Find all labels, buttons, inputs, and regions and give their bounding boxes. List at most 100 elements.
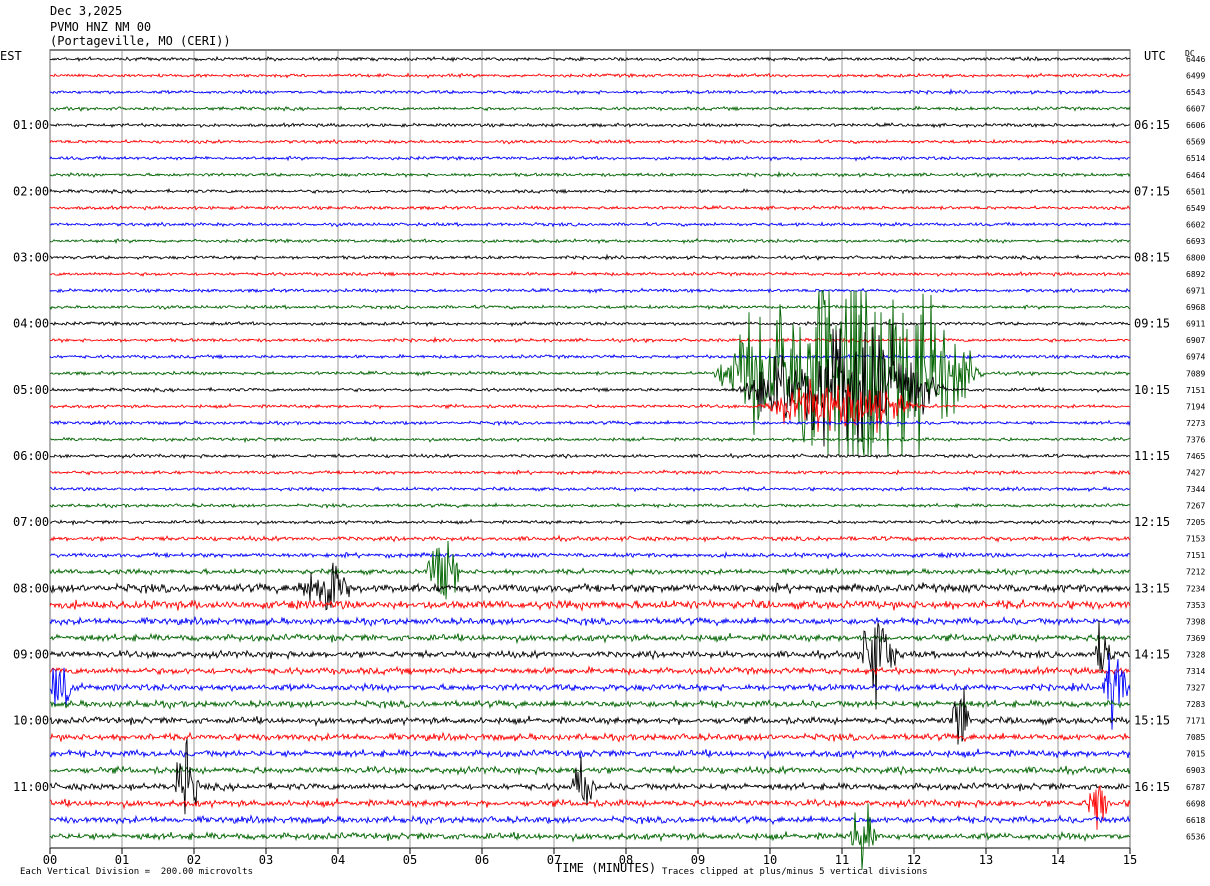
seismic-trace — [49, 204, 1131, 212]
dc-offset-label: 6911 — [1186, 320, 1205, 329]
dc-offset-label: 6787 — [1186, 783, 1205, 792]
x-tick-label: 01 — [115, 853, 129, 867]
clip-note: Traces clipped at plus/minus 5 vertical … — [662, 867, 928, 877]
left-hour-label: 04:00 — [13, 317, 49, 331]
seismic-trace — [49, 105, 1131, 112]
dc-offset-label: 6464 — [1186, 171, 1205, 180]
dc-offset-label: 7465 — [1186, 452, 1205, 461]
seismic-trace — [49, 303, 1131, 311]
dc-offset-label: 7234 — [1186, 584, 1205, 593]
seismic-trace — [49, 764, 1131, 777]
dc-offset-label: 7398 — [1186, 617, 1205, 626]
seismic-trace — [49, 237, 1131, 245]
seismic-trace — [49, 550, 1131, 560]
seismic-trace — [49, 253, 1131, 261]
left-hour-label: 11:00 — [13, 780, 49, 794]
x-tick-label: 15 — [1123, 853, 1137, 867]
right-hour-label: 14:15 — [1134, 647, 1170, 661]
x-tick-label: 02 — [187, 853, 201, 867]
dc-offset-label: 6971 — [1186, 287, 1205, 296]
seismic-trace — [49, 188, 1131, 195]
dc-offset-label: 7151 — [1186, 386, 1205, 395]
x-tick-label: 10 — [763, 853, 777, 867]
dc-offset-label: 6549 — [1186, 204, 1205, 213]
dc-offset-label: 7267 — [1186, 502, 1205, 511]
seismic-trace — [49, 534, 1131, 543]
seismic-trace — [49, 72, 1131, 79]
left-hour-label: 03:00 — [13, 250, 49, 264]
seismic-trace — [49, 803, 1131, 870]
right-hour-label: 07:15 — [1134, 184, 1170, 198]
dc-offset-label: 7273 — [1186, 419, 1205, 428]
dc-offset-label: 6499 — [1186, 72, 1205, 81]
seismic-trace — [49, 748, 1131, 761]
seismic-trace — [49, 486, 1131, 493]
seismic-trace — [49, 419, 1131, 427]
dc-offset-label: 6607 — [1186, 105, 1205, 114]
seismic-trace — [49, 665, 1131, 677]
seismic-trace — [49, 155, 1130, 162]
dc-offset-label: 6536 — [1186, 832, 1205, 841]
left-hour-label: 02:00 — [13, 184, 49, 198]
seismic-trace — [49, 290, 1131, 457]
right-hour-label: 15:15 — [1134, 714, 1170, 728]
seismic-trace — [49, 55, 1131, 63]
dc-offset-label: 7283 — [1186, 700, 1205, 709]
seismic-trace — [49, 88, 1131, 96]
dc-offset-label: 7427 — [1186, 469, 1205, 478]
seismic-trace — [49, 170, 1131, 179]
dc-offset-label: 6698 — [1186, 799, 1205, 808]
plot-grid — [49, 49, 1131, 854]
dc-offset-label: 7314 — [1186, 667, 1205, 676]
dc-offset-label: 6618 — [1186, 816, 1205, 825]
x-tick-label: 12 — [907, 853, 921, 867]
dc-offset-label: 6446 — [1186, 55, 1205, 64]
x-tick-label: 09 — [691, 853, 705, 867]
dc-offset-label: 6514 — [1186, 154, 1205, 163]
right-hour-label: 12:15 — [1134, 515, 1170, 529]
left-hour-label: 05:00 — [13, 383, 49, 397]
x-tick-label: 13 — [979, 853, 993, 867]
dc-offset-label: 6606 — [1186, 121, 1205, 130]
seismic-trace — [50, 323, 1131, 447]
seismic-trace — [49, 353, 1131, 360]
left-hour-label: 08:00 — [13, 581, 49, 595]
dc-offset-label: 6569 — [1186, 138, 1205, 147]
x-tick-label: 00 — [43, 853, 57, 867]
left-hour-label: 06:00 — [13, 449, 49, 463]
seismic-trace — [50, 731, 1131, 743]
left-hour-label: 07:00 — [13, 515, 49, 529]
seismic-trace — [50, 698, 1131, 710]
scale-note: Each Vertical Division = 200.00 microvol… — [20, 867, 253, 877]
dc-offset-label: 7171 — [1186, 717, 1205, 726]
seismic-trace — [49, 138, 1131, 145]
dc-offset-label: 6800 — [1186, 253, 1205, 262]
right-hour-label: 10:15 — [1134, 383, 1170, 397]
seismic-trace — [49, 562, 1131, 611]
dc-offset-label: 7376 — [1186, 435, 1205, 444]
seismic-trace — [49, 287, 1131, 294]
dc-offset-label: 6543 — [1186, 88, 1205, 97]
x-tick-label: 05 — [403, 853, 417, 867]
dc-offset-label: 7369 — [1186, 634, 1205, 643]
dc-offset-label: 7353 — [1186, 601, 1205, 610]
dc-offset-label: 7328 — [1186, 650, 1205, 659]
plot-frame — [49, 49, 1131, 849]
seismogram-plot: 00 01 02 03 04 05 06 07 08 09 10 11 12 13 14 1564466499… — [13, 49, 1205, 870]
seismic-trace — [49, 221, 1131, 228]
seismic-trace — [49, 598, 1131, 612]
dc-offset-label: 6693 — [1186, 237, 1205, 246]
dc-offset-label: 7151 — [1186, 551, 1205, 560]
dc-offset-label: 6501 — [1186, 187, 1205, 196]
right-hour-label: 09:15 — [1134, 317, 1170, 331]
axis-labels: 00 01 02 03 04 05 06 07 08 09 10 11 12 13 14 1564466499… — [13, 55, 1205, 867]
dc-offset-label: 6907 — [1186, 336, 1205, 345]
seismic-trace — [49, 270, 1131, 278]
dc-offset-label: 7194 — [1186, 402, 1205, 411]
left-hour-label: 10:00 — [13, 714, 49, 728]
x-tick-label: 11 — [835, 853, 849, 867]
seismic-trace — [50, 518, 1131, 526]
dc-offset-label: 6903 — [1186, 766, 1205, 775]
x-tick-label: 14 — [1051, 853, 1065, 867]
seismic-trace — [49, 615, 1131, 628]
